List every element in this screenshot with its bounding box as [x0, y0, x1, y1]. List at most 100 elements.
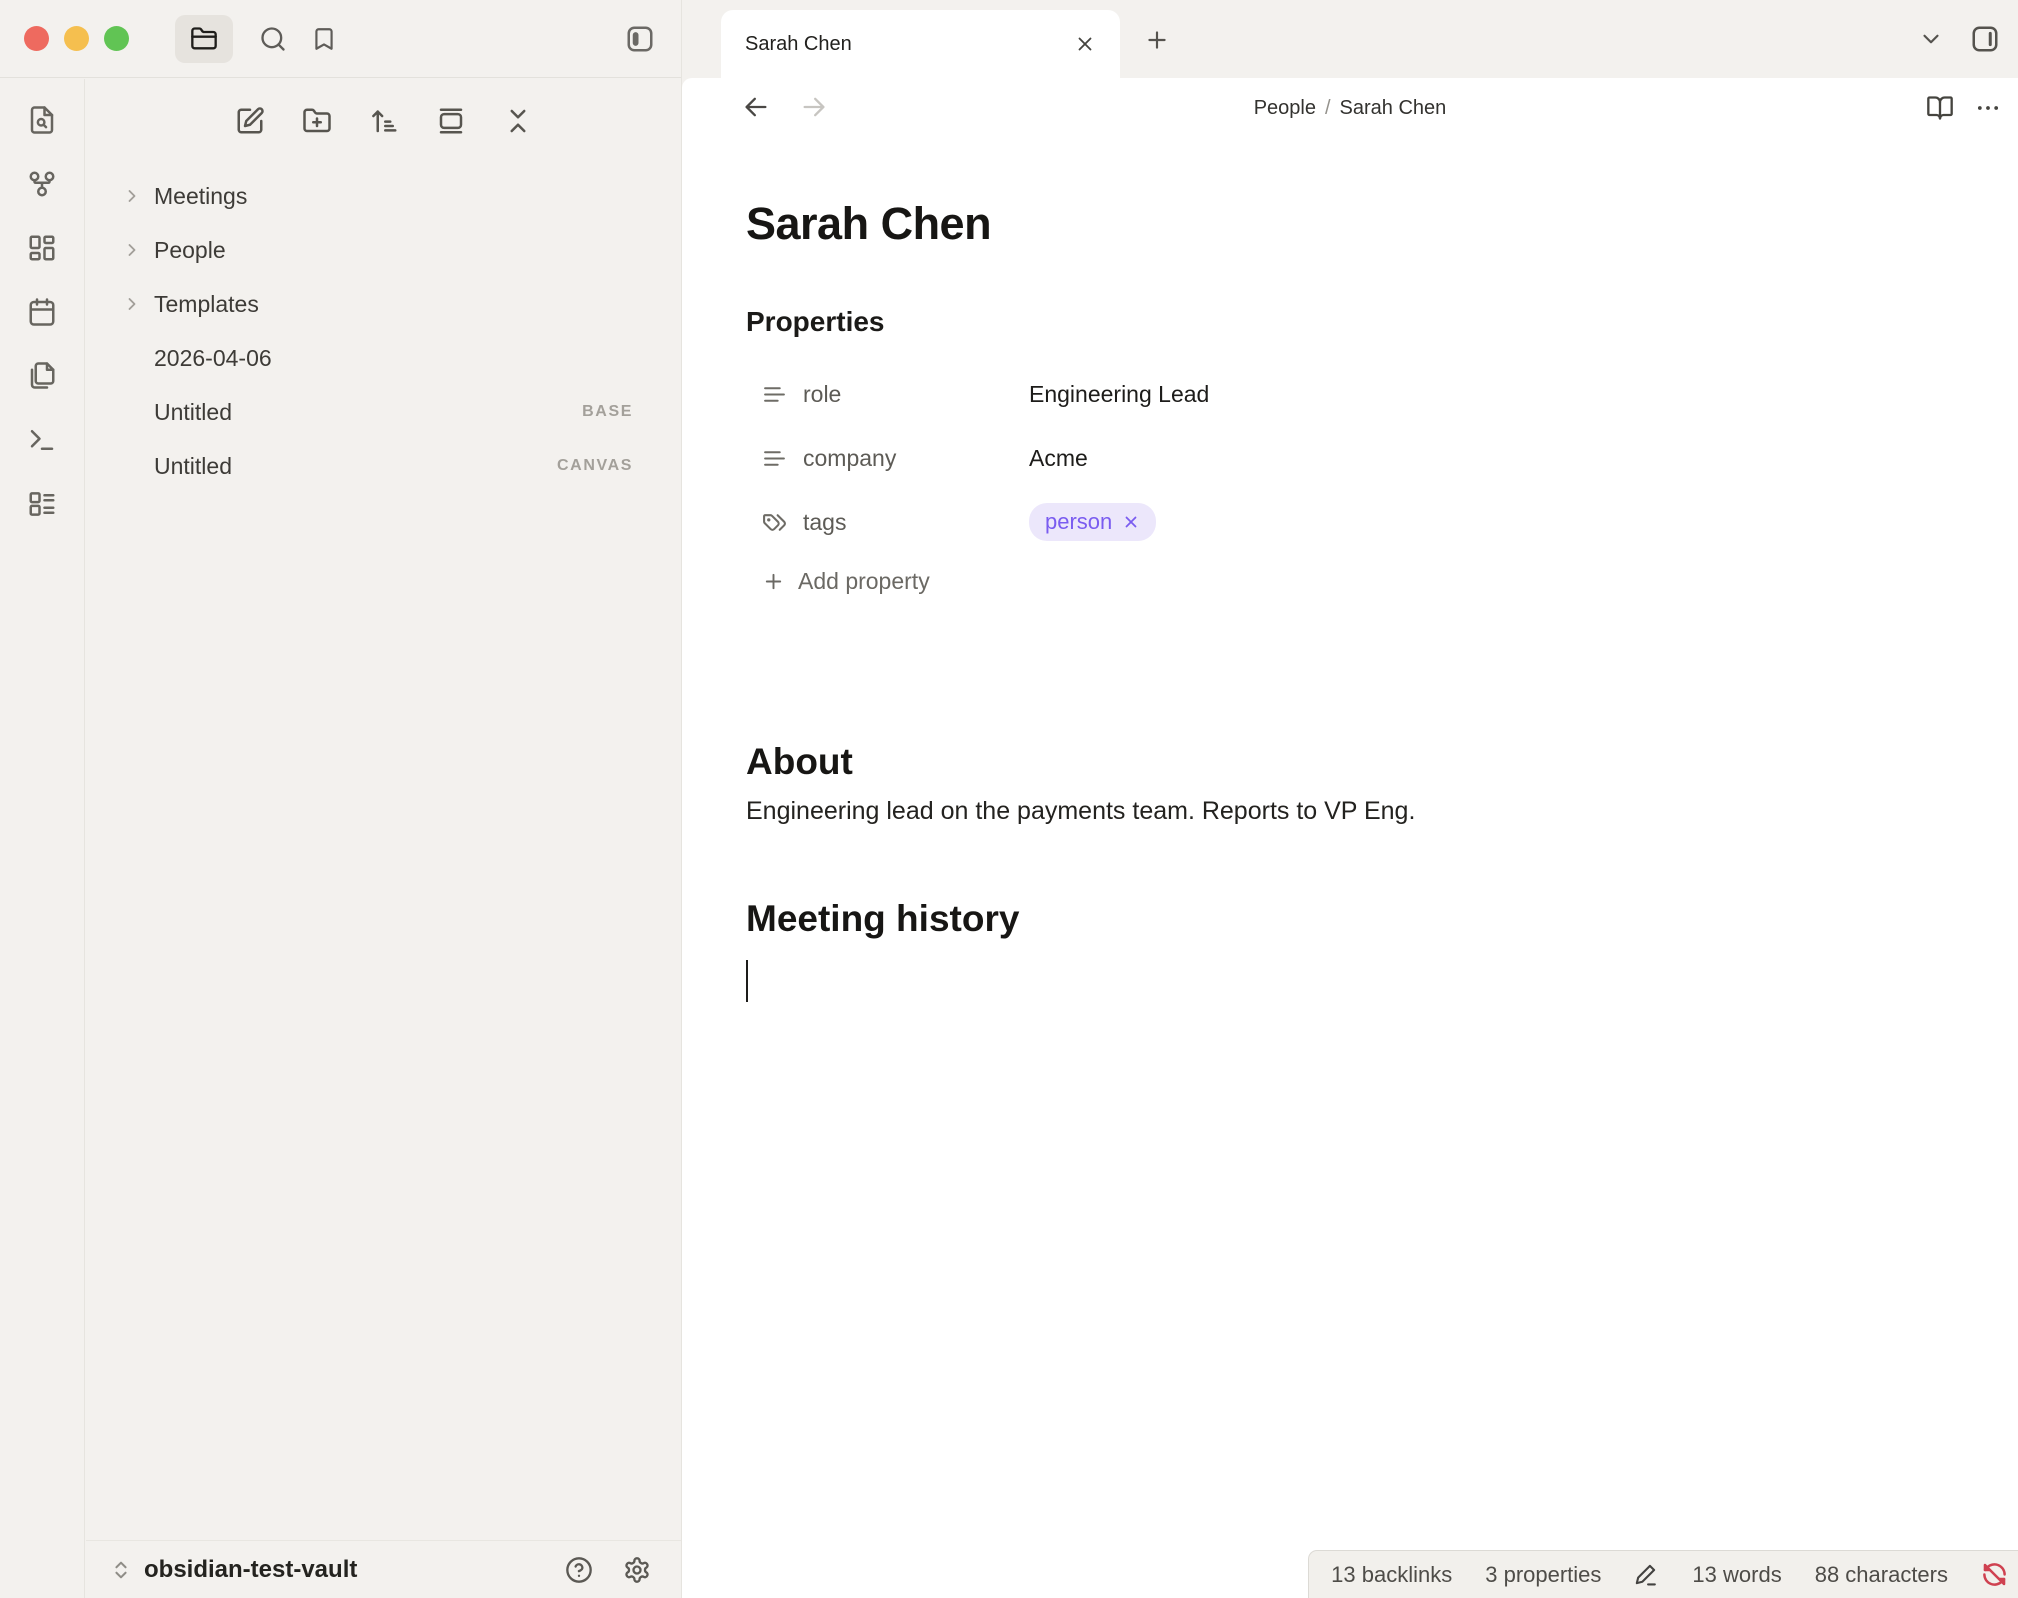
- tab-title: Sarah Chen: [745, 33, 852, 56]
- property-row-role[interactable]: role Engineering Lead: [746, 362, 1954, 426]
- file-search-button[interactable]: [27, 105, 57, 135]
- word-count[interactable]: 13 words: [1692, 1562, 1781, 1588]
- breadcrumb-note[interactable]: Sarah Chen: [1340, 97, 1447, 119]
- file-search-icon: [27, 105, 57, 135]
- git-fork-icon: [27, 169, 57, 199]
- graph-view-button[interactable]: [27, 169, 57, 199]
- daily-note-button[interactable]: [27, 297, 57, 327]
- terminal-button[interactable]: [27, 425, 57, 455]
- file-type-badge: BASE: [582, 403, 633, 421]
- titlebar: [0, 0, 681, 78]
- file-tree: Meetings People Templates 2026-04-06 Unt…: [86, 169, 681, 493]
- edit-mode-button[interactable]: [1634, 1562, 1659, 1587]
- note-header: People/Sarah Chen: [682, 78, 2018, 136]
- properties-count[interactable]: 3 properties: [1485, 1562, 1601, 1588]
- meeting-history-heading: Meeting history: [746, 898, 1954, 940]
- plus-icon: [1144, 27, 1170, 53]
- property-value[interactable]: Engineering Lead: [1029, 381, 1209, 408]
- panel-left-icon: [625, 24, 655, 54]
- properties-list: role Engineering Lead company Acme: [746, 362, 1954, 554]
- tree-item-daily-note[interactable]: 2026-04-06: [86, 331, 681, 385]
- chevrons-up-down-icon: [110, 1559, 132, 1581]
- property-row-company[interactable]: company Acme: [746, 426, 1954, 490]
- tag-pill-person[interactable]: person: [1029, 503, 1156, 541]
- ribbon: [0, 79, 85, 1598]
- tab-close-button[interactable]: [1074, 33, 1096, 55]
- book-open-icon: [1926, 94, 1954, 122]
- folder-label: People: [154, 237, 226, 264]
- files-view-button[interactable]: [175, 15, 233, 63]
- tree-item-untitled-base[interactable]: Untitled BASE: [86, 385, 681, 439]
- chevron-right-icon: [122, 240, 146, 260]
- minimize-window-button[interactable]: [64, 26, 89, 51]
- folder-plus-icon: [302, 106, 332, 136]
- tree-item-meetings[interactable]: Meetings: [86, 169, 681, 223]
- plus-icon: [762, 570, 785, 593]
- bookmark-icon: [311, 26, 337, 52]
- vault-switcher[interactable]: obsidian-test-vault: [86, 1540, 681, 1598]
- property-key[interactable]: company: [803, 445, 1029, 472]
- property-key[interactable]: role: [803, 381, 1029, 408]
- note-title: Sarah Chen: [746, 198, 1954, 250]
- sync-off-icon: [1981, 1561, 2008, 1588]
- chevron-down-icon: [1918, 26, 1944, 52]
- remove-tag-icon[interactable]: [1122, 513, 1140, 531]
- property-value[interactable]: Acme: [1029, 445, 1088, 472]
- help-button[interactable]: [565, 1556, 593, 1584]
- reading-view-button[interactable]: [1926, 94, 1954, 122]
- main-pane: Sarah Chen: [681, 0, 2018, 1598]
- status-bar: 13 backlinks 3 properties 13 words 88 ch…: [1308, 1550, 2018, 1598]
- collapse-all-button[interactable]: [503, 106, 533, 136]
- add-property-button[interactable]: Add property: [746, 568, 930, 595]
- character-count[interactable]: 88 characters: [1815, 1562, 1948, 1588]
- property-key[interactable]: tags: [803, 509, 1029, 536]
- chevron-right-icon: [122, 186, 146, 206]
- backlinks-count[interactable]: 13 backlinks: [1331, 1562, 1452, 1588]
- folder-icon: [190, 25, 218, 53]
- folder-label: Templates: [154, 291, 259, 318]
- sort-order-button[interactable]: [369, 106, 399, 136]
- card-layout-button[interactable]: [436, 106, 466, 136]
- property-row-tags[interactable]: tags person: [746, 490, 1954, 554]
- zoom-window-button[interactable]: [104, 26, 129, 51]
- vault-name: obsidian-test-vault: [144, 1556, 357, 1584]
- layout-dashboard-icon: [27, 233, 57, 263]
- text-property-icon: [762, 382, 787, 407]
- bookmarks-view-button[interactable]: [311, 26, 337, 52]
- bases-button[interactable]: [27, 489, 57, 519]
- about-text: Engineering lead on the payments team. R…: [746, 797, 1954, 826]
- tab-list-button[interactable]: [1918, 26, 1944, 52]
- explorer-toolbar: [86, 93, 681, 149]
- templates-button[interactable]: [27, 361, 57, 391]
- breadcrumb-folder[interactable]: People: [1254, 97, 1316, 119]
- new-tab-button[interactable]: [1137, 20, 1177, 60]
- close-window-button[interactable]: [24, 26, 49, 51]
- settings-button[interactable]: [623, 1556, 651, 1584]
- panel-right-icon: [1970, 24, 2000, 54]
- file-label: Untitled: [154, 453, 232, 480]
- breadcrumb: People/Sarah Chen: [682, 97, 2018, 120]
- tree-item-templates[interactable]: Templates: [86, 277, 681, 331]
- tab-sarah-chen[interactable]: Sarah Chen: [721, 10, 1120, 78]
- tree-item-untitled-canvas[interactable]: Untitled CANVAS: [86, 439, 681, 493]
- pencil-icon: [1634, 1562, 1659, 1587]
- left-sidebar-toggle-button[interactable]: [625, 24, 655, 54]
- new-folder-button[interactable]: [302, 106, 332, 136]
- new-note-button[interactable]: [235, 106, 265, 136]
- tags-icon: [762, 510, 787, 535]
- tag-label: person: [1045, 509, 1112, 535]
- gear-icon: [623, 1556, 651, 1584]
- more-options-button[interactable]: [1974, 94, 2002, 122]
- traffic-lights: [24, 26, 129, 51]
- file-type-badge: CANVAS: [557, 457, 633, 475]
- sync-error-button[interactable]: [1981, 1561, 2008, 1588]
- canvas-button[interactable]: [27, 233, 57, 263]
- folder-label: Meetings: [154, 183, 247, 210]
- breadcrumb-separator: /: [1316, 97, 1340, 119]
- note-body[interactable]: Sarah Chen Properties role Engineering L…: [682, 198, 2018, 1002]
- properties-heading: Properties: [746, 306, 1954, 338]
- search-view-button[interactable]: [259, 25, 287, 53]
- help-circle-icon: [565, 1556, 593, 1584]
- right-sidebar-toggle-button[interactable]: [1970, 24, 2000, 54]
- tree-item-people[interactable]: People: [86, 223, 681, 277]
